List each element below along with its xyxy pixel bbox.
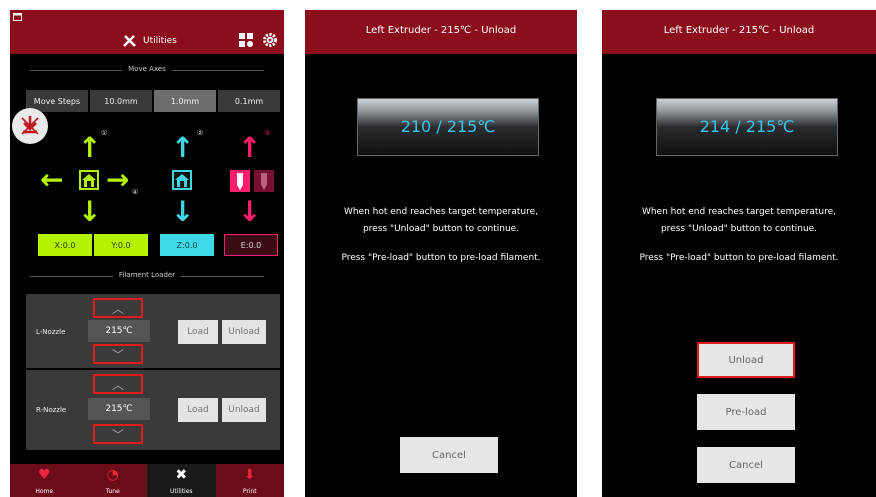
disable-motors-icon[interactable] [12, 108, 48, 144]
unload-ready-screen: Left Extruder - 215℃ - Unload 214 / 215℃… [602, 10, 876, 497]
message-line-3: Press "Pre-load" button to pre-load fila… [341, 253, 541, 263]
y-up-arrow-icon[interactable]: ↑ [78, 134, 101, 162]
l-nozzle-load-button[interactable]: Load [178, 320, 218, 344]
window-icon [13, 13, 22, 21]
y-down-arrow-icon[interactable]: ↓ [78, 198, 101, 226]
message-line-1: When hot end reaches target temperature, [343, 207, 539, 217]
axis-number-3: ③ [264, 129, 271, 137]
unload-button[interactable]: Unload [697, 342, 795, 378]
r-nozzle-row: ︿ R-Nozzle 215℃ ﹀ Load Unload [26, 370, 280, 450]
axis-number-1: ① [101, 129, 108, 137]
move-steps-bar: Move Steps 10.0mm 1.0mm 0.1mm [26, 90, 280, 112]
heart-icon: ♥ [37, 467, 51, 483]
tab-print[interactable]: ⬇ Print [215, 464, 284, 497]
unload-title: Left Extruder - 215℃ - Unload [663, 25, 815, 36]
temperature-display: 214 / 215℃ [656, 98, 838, 156]
l-nozzle-unload-button[interactable]: Unload [222, 320, 266, 344]
l-nozzle-label: L-Nozzle [36, 328, 66, 336]
r-nozzle-label: R-Nozzle [36, 406, 67, 414]
filament-icon[interactable] [238, 32, 254, 48]
tab-utilities[interactable]: ✖ Utilities [147, 464, 216, 497]
temperature-display: 210 / 215℃ [357, 98, 539, 156]
z-home-icon[interactable] [172, 170, 192, 190]
z-down-arrow-icon[interactable]: ↓ [171, 198, 194, 226]
r-nozzle-temp-down-button[interactable]: ﹀ [93, 424, 143, 444]
z-position-readout: Z:0.0 [160, 234, 214, 256]
tab-tune[interactable]: ◔ Tune [78, 464, 147, 497]
tab-print-label: Print [242, 488, 257, 495]
message-line-2: press "Unload" button to continue. [660, 224, 818, 234]
axis-number-2: ② [197, 129, 204, 137]
tools-icon: ✖ [175, 467, 188, 483]
step-10mm-button[interactable]: 10.0mm [90, 90, 152, 112]
unload-header: Left Extruder - 215℃ - Unload [602, 10, 876, 54]
message-line-1: When hot end reaches target temperature, [641, 207, 837, 217]
e-up-arrow-icon[interactable]: ↑ [238, 134, 261, 162]
gauge-icon: ◔ [106, 467, 119, 483]
y-position-readout: Y:0.0 [94, 234, 148, 256]
print-icon: ⬇ [243, 467, 256, 483]
xy-home-icon[interactable] [79, 170, 99, 190]
bottom-tab-bar: ♥ Home ◔ Tune ✖ Utilities ⬇ Print [10, 464, 284, 497]
message-line-3: Press "Pre-load" button to pre-load fila… [639, 253, 839, 263]
l-nozzle-temp-up-button[interactable]: ︿ [93, 298, 143, 318]
step-0.1mm-button[interactable]: 0.1mm [218, 90, 280, 112]
right-extruder-select-icon[interactable] [254, 170, 274, 192]
z-up-arrow-icon[interactable]: ↑ [171, 134, 194, 162]
l-nozzle-temp: 215℃ [88, 320, 150, 342]
l-nozzle-temp-down-button[interactable]: ﹀ [93, 344, 143, 364]
r-nozzle-temp: 215℃ [88, 398, 150, 420]
tools-icon [123, 35, 136, 47]
header-title: Utilities [143, 36, 177, 46]
tab-home-label: Home [35, 488, 54, 495]
e-down-arrow-icon[interactable]: ↓ [238, 198, 261, 226]
tab-home[interactable]: ♥ Home [10, 464, 79, 497]
left-extruder-select-icon[interactable] [230, 170, 250, 192]
temperature-value: 210 / 215℃ [400, 117, 496, 136]
unload-title: Left Extruder - 215℃ - Unload [365, 25, 517, 36]
step-1mm-button[interactable]: 1.0mm [154, 90, 216, 112]
temperature-value: 214 / 215℃ [699, 117, 795, 136]
axis-number-4: ④ [132, 188, 139, 196]
x-left-arrow-icon[interactable]: ← [40, 166, 63, 194]
preload-button[interactable]: Pre-load [697, 394, 795, 430]
r-nozzle-temp-up-button[interactable]: ︿ [93, 374, 143, 394]
x-right-arrow-icon[interactable]: → [106, 166, 129, 194]
utilities-screen: Utilities Move Axes Move Steps 10.0mm 1.… [10, 10, 284, 497]
r-nozzle-unload-button[interactable]: Unload [222, 398, 266, 422]
unload-heating-screen: Left Extruder - 215℃ - Unload 210 / 215℃… [305, 10, 577, 497]
x-position-readout: X:0.0 [38, 234, 92, 256]
r-nozzle-load-button[interactable]: Load [178, 398, 218, 422]
move-axes-label: Move Axes [122, 65, 172, 73]
filament-loader-label: Filament Loader [112, 271, 182, 279]
cancel-button[interactable]: Cancel [400, 437, 498, 473]
tab-utilities-label: Utilities [169, 488, 193, 495]
unload-header: Left Extruder - 215℃ - Unload [305, 10, 577, 54]
l-nozzle-row: ︿ L-Nozzle 215℃ ﹀ Load Unload [26, 294, 280, 368]
tab-tune-label: Tune [105, 488, 120, 495]
e-position-readout: E:0.0 [224, 234, 278, 256]
gear-icon[interactable] [262, 32, 278, 48]
message-line-2: press "Unload" button to continue. [362, 224, 520, 234]
utilities-header: Utilities [10, 10, 284, 54]
cancel-button[interactable]: Cancel [697, 447, 795, 483]
